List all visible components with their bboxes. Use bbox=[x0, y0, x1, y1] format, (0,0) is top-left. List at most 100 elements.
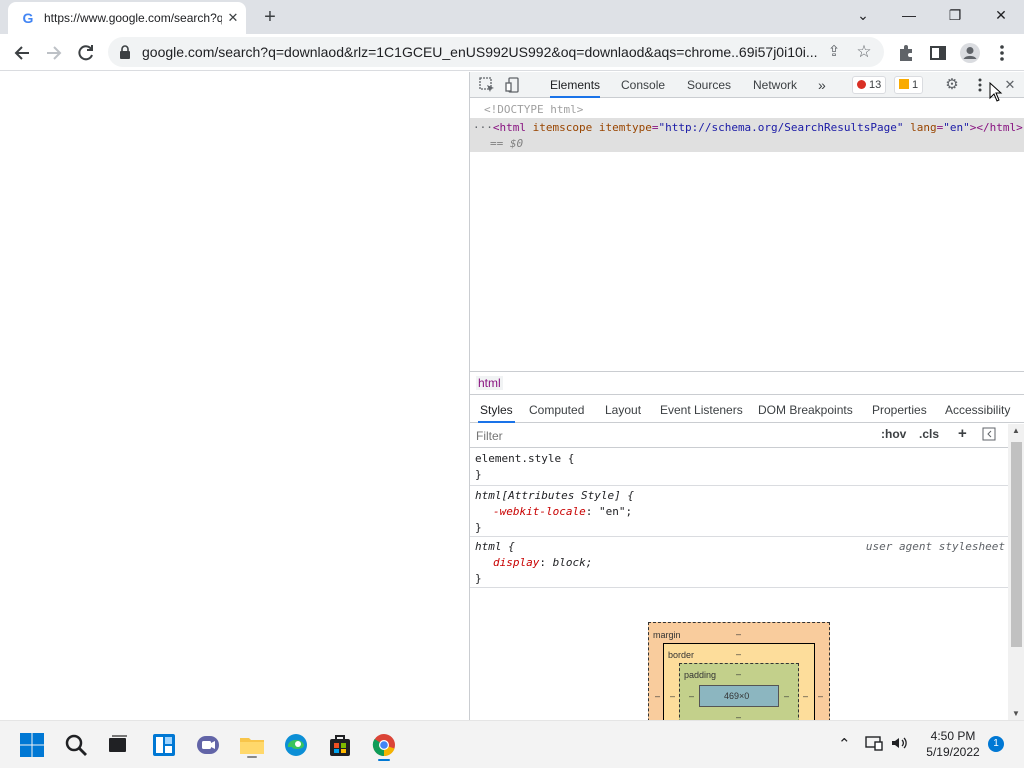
side-panel-button[interactable] bbox=[924, 39, 952, 67]
tab-close-icon[interactable]: ✕ bbox=[224, 9, 242, 27]
extensions-button[interactable] bbox=[892, 39, 920, 67]
tab-styles[interactable]: Styles bbox=[478, 397, 515, 423]
task-view-button[interactable] bbox=[102, 729, 134, 761]
scroll-down-icon[interactable]: ▼ bbox=[1012, 709, 1020, 718]
hov-toggle[interactable]: :hov bbox=[881, 427, 906, 441]
inspect-element-icon[interactable] bbox=[478, 76, 496, 94]
share-icon[interactable]: ⇪ bbox=[822, 40, 846, 64]
error-count-badge[interactable]: 13 bbox=[852, 76, 887, 94]
lock-icon[interactable] bbox=[118, 44, 132, 60]
settings-gear-icon[interactable]: ⚙ bbox=[943, 76, 961, 94]
volume-icon[interactable] bbox=[889, 733, 909, 756]
clock-time[interactable]: 4:50 PM bbox=[920, 729, 986, 743]
forward-button[interactable] bbox=[40, 39, 68, 67]
dom-html-node[interactable]: ···<html itemscope itemtype="http://sche… bbox=[473, 121, 1023, 134]
task-view-icon bbox=[109, 735, 127, 752]
profile-button[interactable] bbox=[956, 39, 984, 67]
file-explorer-button[interactable] bbox=[236, 729, 268, 761]
styles-scrollbar[interactable]: ▲ ▼ bbox=[1008, 424, 1024, 720]
teams-chat-icon bbox=[197, 736, 219, 754]
breadcrumb: html bbox=[470, 371, 1024, 395]
tab-computed[interactable]: Computed bbox=[529, 397, 584, 423]
puzzle-icon bbox=[900, 45, 912, 61]
windows-logo-icon bbox=[20, 733, 44, 757]
breadcrumb-html[interactable]: html bbox=[476, 376, 503, 390]
user-agent-source: user agent stylesheet bbox=[865, 540, 1005, 553]
reload-button[interactable] bbox=[72, 39, 100, 67]
warning-count-badge[interactable]: 1 bbox=[894, 76, 924, 94]
style-rule-html[interactable]: html { user agent stylesheet display: bl… bbox=[470, 537, 1008, 588]
tab-network[interactable]: Network bbox=[753, 72, 797, 98]
folder-icon bbox=[240, 738, 264, 758]
address-bar[interactable]: google.com/search?q=downlaod&rlz=1C1GCEU… bbox=[108, 37, 884, 67]
search-button[interactable] bbox=[60, 729, 92, 761]
browser-tab[interactable]: G https://www.google.com/search?q=downla… bbox=[8, 2, 246, 34]
teams-chat-button[interactable] bbox=[192, 729, 224, 761]
edge-browser-icon bbox=[285, 734, 307, 756]
device-toolbar-icon[interactable] bbox=[504, 76, 522, 94]
more-tabs-button[interactable]: » bbox=[818, 72, 826, 98]
tab-sources[interactable]: Sources bbox=[687, 72, 731, 98]
close-window-button[interactable]: ✕ bbox=[978, 0, 1024, 30]
bookmark-star-icon[interactable]: ☆ bbox=[852, 40, 876, 64]
style-rule-element[interactable]: element.style { } bbox=[470, 449, 1008, 486]
reload-icon bbox=[78, 45, 93, 61]
browser-toolbar: google.com/search?q=downlaod&rlz=1C1GCEU… bbox=[0, 34, 1024, 71]
styles-pane: element.style { } html[Attributes Style]… bbox=[470, 449, 1008, 589]
store-bag-icon bbox=[330, 735, 350, 756]
widgets-button[interactable] bbox=[148, 729, 180, 761]
tab-dom-breakpoints[interactable]: DOM Breakpoints bbox=[758, 397, 853, 423]
devtools-menu-icon[interactable] bbox=[971, 76, 989, 94]
tab-elements[interactable]: Elements bbox=[550, 72, 601, 98]
url-text[interactable]: google.com/search?q=downlaod&rlz=1C1GCEU… bbox=[142, 44, 822, 60]
start-button[interactable] bbox=[16, 729, 48, 761]
windows-taskbar: ⌃ 4:50 PM 5/19/2022 1 bbox=[0, 720, 1024, 768]
tab-event-listeners[interactable]: Event Listeners bbox=[660, 397, 743, 423]
kebab-menu-icon bbox=[1000, 45, 1004, 61]
new-style-rule-button[interactable]: + bbox=[958, 425, 967, 442]
tab-accessibility[interactable]: Accessibility bbox=[945, 397, 1010, 423]
mouse-cursor-icon bbox=[989, 82, 1003, 102]
side-panel-icon bbox=[930, 46, 946, 60]
back-button[interactable] bbox=[8, 39, 36, 67]
cls-toggle[interactable]: .cls bbox=[919, 427, 939, 441]
new-tab-button[interactable]: + bbox=[258, 6, 282, 28]
avatar-icon bbox=[960, 43, 980, 63]
box-model-diagram: margin – border – padding – 469×0 – – – … bbox=[648, 622, 830, 720]
warning-icon bbox=[899, 79, 909, 89]
devtools-tab-bar: Elements Console Sources Network » 13 1 … bbox=[470, 72, 1024, 98]
google-favicon-icon: G bbox=[22, 10, 34, 26]
tab-properties[interactable]: Properties bbox=[872, 397, 927, 423]
style-rule-attributes[interactable]: html[Attributes Style] { -webkit-locale:… bbox=[470, 486, 1008, 537]
tab-search-button[interactable]: ⌄ bbox=[840, 0, 886, 30]
show-hidden-icons-chevron-icon[interactable]: ⌃ bbox=[838, 735, 851, 753]
minimize-button[interactable]: — bbox=[886, 0, 932, 30]
styles-tab-bar: Styles Computed Layout Event Listeners D… bbox=[470, 397, 1024, 423]
widgets-icon bbox=[153, 734, 175, 756]
microsoft-store-button[interactable] bbox=[324, 729, 356, 761]
styles-filter-bar: :hov .cls + bbox=[470, 424, 1008, 448]
dom-console-ref: == $0 bbox=[490, 137, 524, 150]
scrollbar-thumb[interactable] bbox=[1011, 442, 1022, 647]
network-icon[interactable] bbox=[864, 733, 884, 756]
error-icon bbox=[857, 80, 866, 89]
maximize-button[interactable]: ❐ bbox=[932, 0, 978, 30]
chrome-icon bbox=[372, 734, 395, 761]
toggle-computed-sidebar-icon[interactable] bbox=[982, 427, 996, 444]
dom-tree: <!DOCTYPE html> ···<html itemscope itemt… bbox=[470, 99, 1024, 371]
styles-filter-input[interactable] bbox=[472, 426, 872, 446]
notification-badge[interactable]: 1 bbox=[988, 736, 1004, 752]
tab-layout[interactable]: Layout bbox=[605, 397, 641, 423]
back-arrow-icon bbox=[14, 46, 29, 60]
edge-button[interactable] bbox=[280, 729, 312, 761]
chrome-taskbar-button[interactable] bbox=[368, 729, 400, 761]
tab-title: https://www.google.com/search?q=downlaod bbox=[44, 11, 222, 25]
close-devtools-icon[interactable]: ✕ bbox=[1001, 76, 1019, 94]
clock-date[interactable]: 5/19/2022 bbox=[920, 745, 986, 759]
scroll-up-icon[interactable]: ▲ bbox=[1012, 426, 1020, 435]
tab-console[interactable]: Console bbox=[621, 72, 665, 98]
chrome-menu-button[interactable] bbox=[988, 39, 1016, 67]
page-content[interactable] bbox=[0, 72, 469, 720]
dom-doctype[interactable]: <!DOCTYPE html> bbox=[484, 103, 583, 116]
forward-arrow-icon bbox=[47, 46, 62, 60]
